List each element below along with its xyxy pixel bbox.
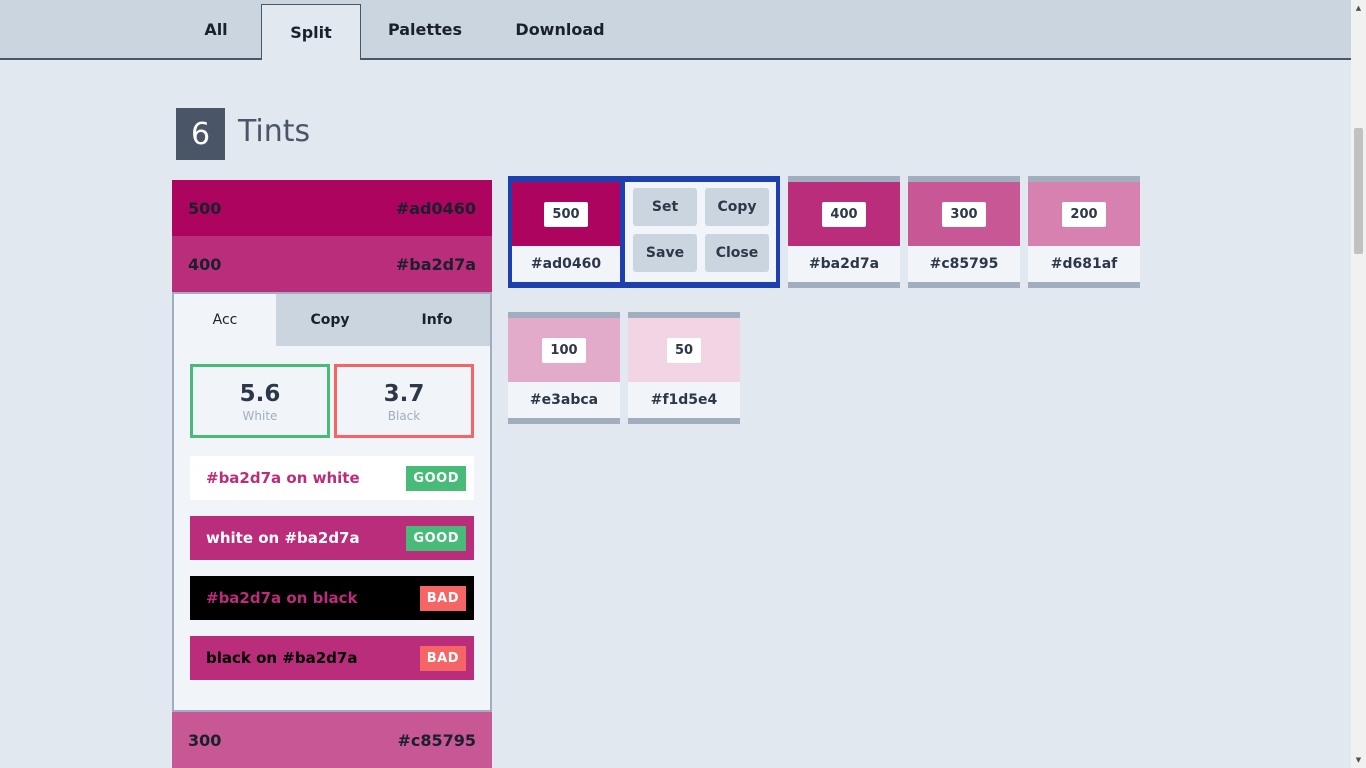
accessibility-panel: Acc Copy Info 5.6 White 3.7 Black #ba2d7… bbox=[172, 292, 492, 712]
swatch-color: 50 bbox=[628, 318, 740, 382]
contrast-check-text: #ba2d7a on black bbox=[206, 589, 358, 607]
list-item-hex: #ba2d7a bbox=[395, 254, 476, 274]
swatch-label: 50 bbox=[666, 337, 702, 363]
selected-swatch-card: 500 #ad0460 Set Copy Save Close bbox=[508, 176, 780, 288]
swatch-color: 100 bbox=[508, 318, 620, 382]
swatch-actions: Set Copy Save Close bbox=[625, 182, 776, 282]
swatch-hex: #e3abca bbox=[508, 382, 620, 418]
list-item[interactable]: 500 #ad0460 bbox=[172, 180, 492, 236]
list-item-label: 400 bbox=[188, 254, 222, 274]
list-item[interactable]: 300 #c85795 bbox=[172, 712, 492, 768]
tab-split[interactable]: Split bbox=[261, 4, 361, 60]
list-item-hex: #ad0460 bbox=[395, 198, 476, 218]
panel-tab-copy[interactable]: Copy bbox=[276, 294, 384, 346]
contrast-check-text: white on #ba2d7a bbox=[206, 529, 360, 547]
status-badge: GOOD bbox=[406, 465, 466, 491]
scrollbar[interactable] bbox=[1351, 0, 1366, 768]
contrast-check-text: black on #ba2d7a bbox=[206, 649, 358, 667]
list-item-hex: #c85795 bbox=[397, 730, 476, 750]
list-item-label: 300 bbox=[188, 730, 222, 750]
contrast-white-value: 5.6 bbox=[239, 381, 281, 407]
swatch-hex: #d681af bbox=[1028, 246, 1140, 282]
status-badge: GOOD bbox=[406, 525, 466, 551]
scrollbar-thumb[interactable] bbox=[1354, 128, 1363, 254]
swatch-hex: #ad0460 bbox=[512, 246, 620, 282]
contrast-white-box: 5.6 White bbox=[190, 364, 330, 438]
swatch-hex: #ba2d7a bbox=[788, 246, 900, 282]
contrast-black-label: Black bbox=[387, 409, 421, 423]
top-tab-bar: All Split Palettes Download bbox=[0, 0, 1351, 60]
swatch-card[interactable]: 50 #f1d5e4 bbox=[628, 312, 740, 424]
tab-palettes[interactable]: Palettes bbox=[376, 0, 474, 58]
panel-tab-acc[interactable]: Acc bbox=[174, 294, 276, 346]
set-button[interactable]: Set bbox=[633, 188, 697, 226]
swatch-color[interactable]: 500 bbox=[512, 182, 620, 246]
swatch-card[interactable]: 100 #e3abca bbox=[508, 312, 620, 424]
swatch-label: 200 bbox=[1062, 201, 1106, 227]
swatch-card[interactable]: 300 #c85795 bbox=[908, 176, 1020, 288]
tab-all[interactable]: All bbox=[180, 0, 252, 58]
swatch-color: 400 bbox=[788, 182, 900, 246]
contrast-check-row: white on #ba2d7a GOOD bbox=[190, 516, 474, 560]
contrast-black-box: 3.7 Black bbox=[334, 364, 474, 438]
swatch-hex: #f1d5e4 bbox=[628, 382, 740, 418]
contrast-check-row: #ba2d7a on white GOOD bbox=[190, 456, 474, 500]
swatch-card[interactable]: 200 #d681af bbox=[1028, 176, 1140, 288]
swatch-color: 200 bbox=[1028, 182, 1140, 246]
contrast-black-value: 3.7 bbox=[383, 381, 425, 407]
page-title: Tints bbox=[238, 114, 311, 149]
copy-button[interactable]: Copy bbox=[705, 188, 769, 226]
tint-count-badge: 6 bbox=[176, 108, 225, 160]
contrast-check-text: #ba2d7a on white bbox=[206, 469, 360, 487]
scroll-up-icon[interactable]: ▲ bbox=[1354, 4, 1363, 12]
swatch-label: 400 bbox=[822, 201, 866, 227]
swatch-hex: #c85795 bbox=[908, 246, 1020, 282]
tab-download[interactable]: Download bbox=[498, 0, 622, 58]
swatch-card[interactable]: 400 #ba2d7a bbox=[788, 176, 900, 288]
contrast-check-row: black on #ba2d7a BAD bbox=[190, 636, 474, 680]
panel-tab-info[interactable]: Info bbox=[384, 294, 490, 346]
contrast-white-label: White bbox=[242, 409, 278, 423]
scroll-down-icon[interactable]: ▼ bbox=[1354, 756, 1363, 764]
status-badge: BAD bbox=[419, 585, 466, 611]
save-button[interactable]: Save bbox=[633, 234, 697, 272]
list-item[interactable]: 400 #ba2d7a bbox=[172, 236, 492, 292]
swatch-label: 500 bbox=[544, 201, 588, 227]
close-button[interactable]: Close bbox=[705, 234, 769, 272]
contrast-check-row: #ba2d7a on black BAD bbox=[190, 576, 474, 620]
swatch-color: 300 bbox=[908, 182, 1020, 246]
status-badge: BAD bbox=[419, 645, 466, 671]
swatch-label: 100 bbox=[542, 337, 586, 363]
swatch-label: 300 bbox=[942, 201, 986, 227]
list-item-label: 500 bbox=[188, 198, 222, 218]
